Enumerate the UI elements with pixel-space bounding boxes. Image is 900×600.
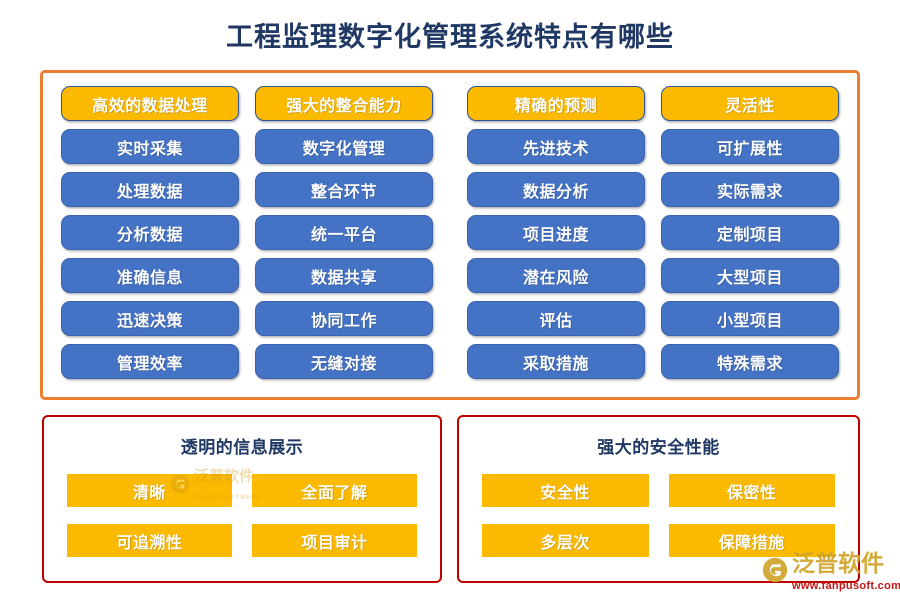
feature-item[interactable]: 实际需求 — [661, 172, 839, 207]
feature-item[interactable]: 实时采集 — [61, 129, 239, 164]
feature-column-1: 高效的数据处理 实时采集 处理数据 分析数据 准确信息 迅速决策 管理效率 — [61, 86, 239, 385]
feature-item[interactable]: 处理数据 — [61, 172, 239, 207]
feature-item[interactable]: 数字化管理 — [255, 129, 433, 164]
feature-item[interactable]: 定制项目 — [661, 215, 839, 250]
feature-item[interactable]: 采取措施 — [467, 344, 645, 379]
feature-item[interactable]: 数据共享 — [255, 258, 433, 293]
transparency-panel: 透明的信息展示 清晰 全面了解 可追溯性 项目审计 — [42, 415, 442, 583]
feature-item[interactable]: 评估 — [467, 301, 645, 336]
feature-grid: 高效的数据处理 实时采集 处理数据 分析数据 准确信息 迅速决策 管理效率 强大… — [43, 73, 857, 397]
feature-column-4: 灵活性 可扩展性 实际需求 定制项目 大型项目 小型项目 特殊需求 — [661, 86, 839, 385]
brand-logo-text-block: 泛普软件 www.fanpusoft.com — [792, 551, 900, 594]
panel-tile[interactable]: 安全性 — [482, 474, 649, 507]
feature-item[interactable]: 大型项目 — [661, 258, 839, 293]
brand-logo: 泛普软件 www.fanpusoft.com — [762, 551, 900, 594]
feature-column-header[interactable]: 高效的数据处理 — [61, 86, 239, 121]
panel-heading: 强大的安全性能 — [597, 438, 720, 457]
panel-tile[interactable]: 全面了解 — [252, 474, 417, 507]
feature-item[interactable]: 特殊需求 — [661, 344, 839, 379]
panel-tile-grid: 安全性 保密性 多层次 保障措施 — [459, 458, 858, 557]
panel-tile[interactable]: 项目审计 — [252, 524, 417, 557]
feature-item[interactable]: 潜在风险 — [467, 258, 645, 293]
feature-column-3: 精确的预测 先进技术 数据分析 项目进度 潜在风险 评估 采取措施 — [467, 86, 645, 385]
feature-column-header[interactable]: 灵活性 — [661, 86, 839, 121]
feature-item[interactable]: 先进技术 — [467, 129, 645, 164]
feature-item[interactable]: 无缝对接 — [255, 344, 433, 379]
feature-item[interactable]: 分析数据 — [61, 215, 239, 250]
brand-url: www.fanpusoft.com — [792, 580, 900, 592]
feature-item[interactable]: 可扩展性 — [661, 129, 839, 164]
feature-item[interactable]: 准确信息 — [61, 258, 239, 293]
panel-tile[interactable]: 保密性 — [668, 474, 835, 507]
panel-tile[interactable]: 可追溯性 — [67, 524, 232, 557]
feature-item[interactable]: 项目进度 — [467, 215, 645, 250]
panel-tile[interactable]: 多层次 — [482, 524, 649, 557]
feature-column-header[interactable]: 精确的预测 — [467, 86, 645, 121]
feature-item[interactable]: 整合环节 — [255, 172, 433, 207]
feature-item[interactable]: 统一平台 — [255, 215, 433, 250]
fanpu-logo-icon — [762, 557, 788, 588]
panel-heading: 透明的信息展示 — [180, 438, 304, 457]
feature-item[interactable]: 数据分析 — [467, 172, 645, 207]
feature-item[interactable]: 小型项目 — [661, 301, 839, 336]
feature-item[interactable]: 迅速决策 — [61, 301, 239, 336]
feature-grid-panel: 高效的数据处理 实时采集 处理数据 分析数据 准确信息 迅速决策 管理效率 强大… — [40, 70, 860, 400]
panel-tile-grid: 清晰 全面了解 可追溯性 项目审计 — [44, 458, 440, 557]
brand-name-zh: 泛普软件 — [792, 550, 884, 576]
panel-tile[interactable]: 清晰 — [67, 474, 232, 507]
feature-column-2: 强大的整合能力 数字化管理 整合环节 统一平台 数据共享 协同工作 无缝对接 — [255, 86, 433, 385]
feature-item[interactable]: 协同工作 — [255, 301, 433, 336]
feature-column-header[interactable]: 强大的整合能力 — [255, 86, 433, 121]
page-title: 工程监理数字化管理系统特点有哪些 — [226, 22, 674, 52]
feature-item[interactable]: 管理效率 — [61, 344, 239, 379]
